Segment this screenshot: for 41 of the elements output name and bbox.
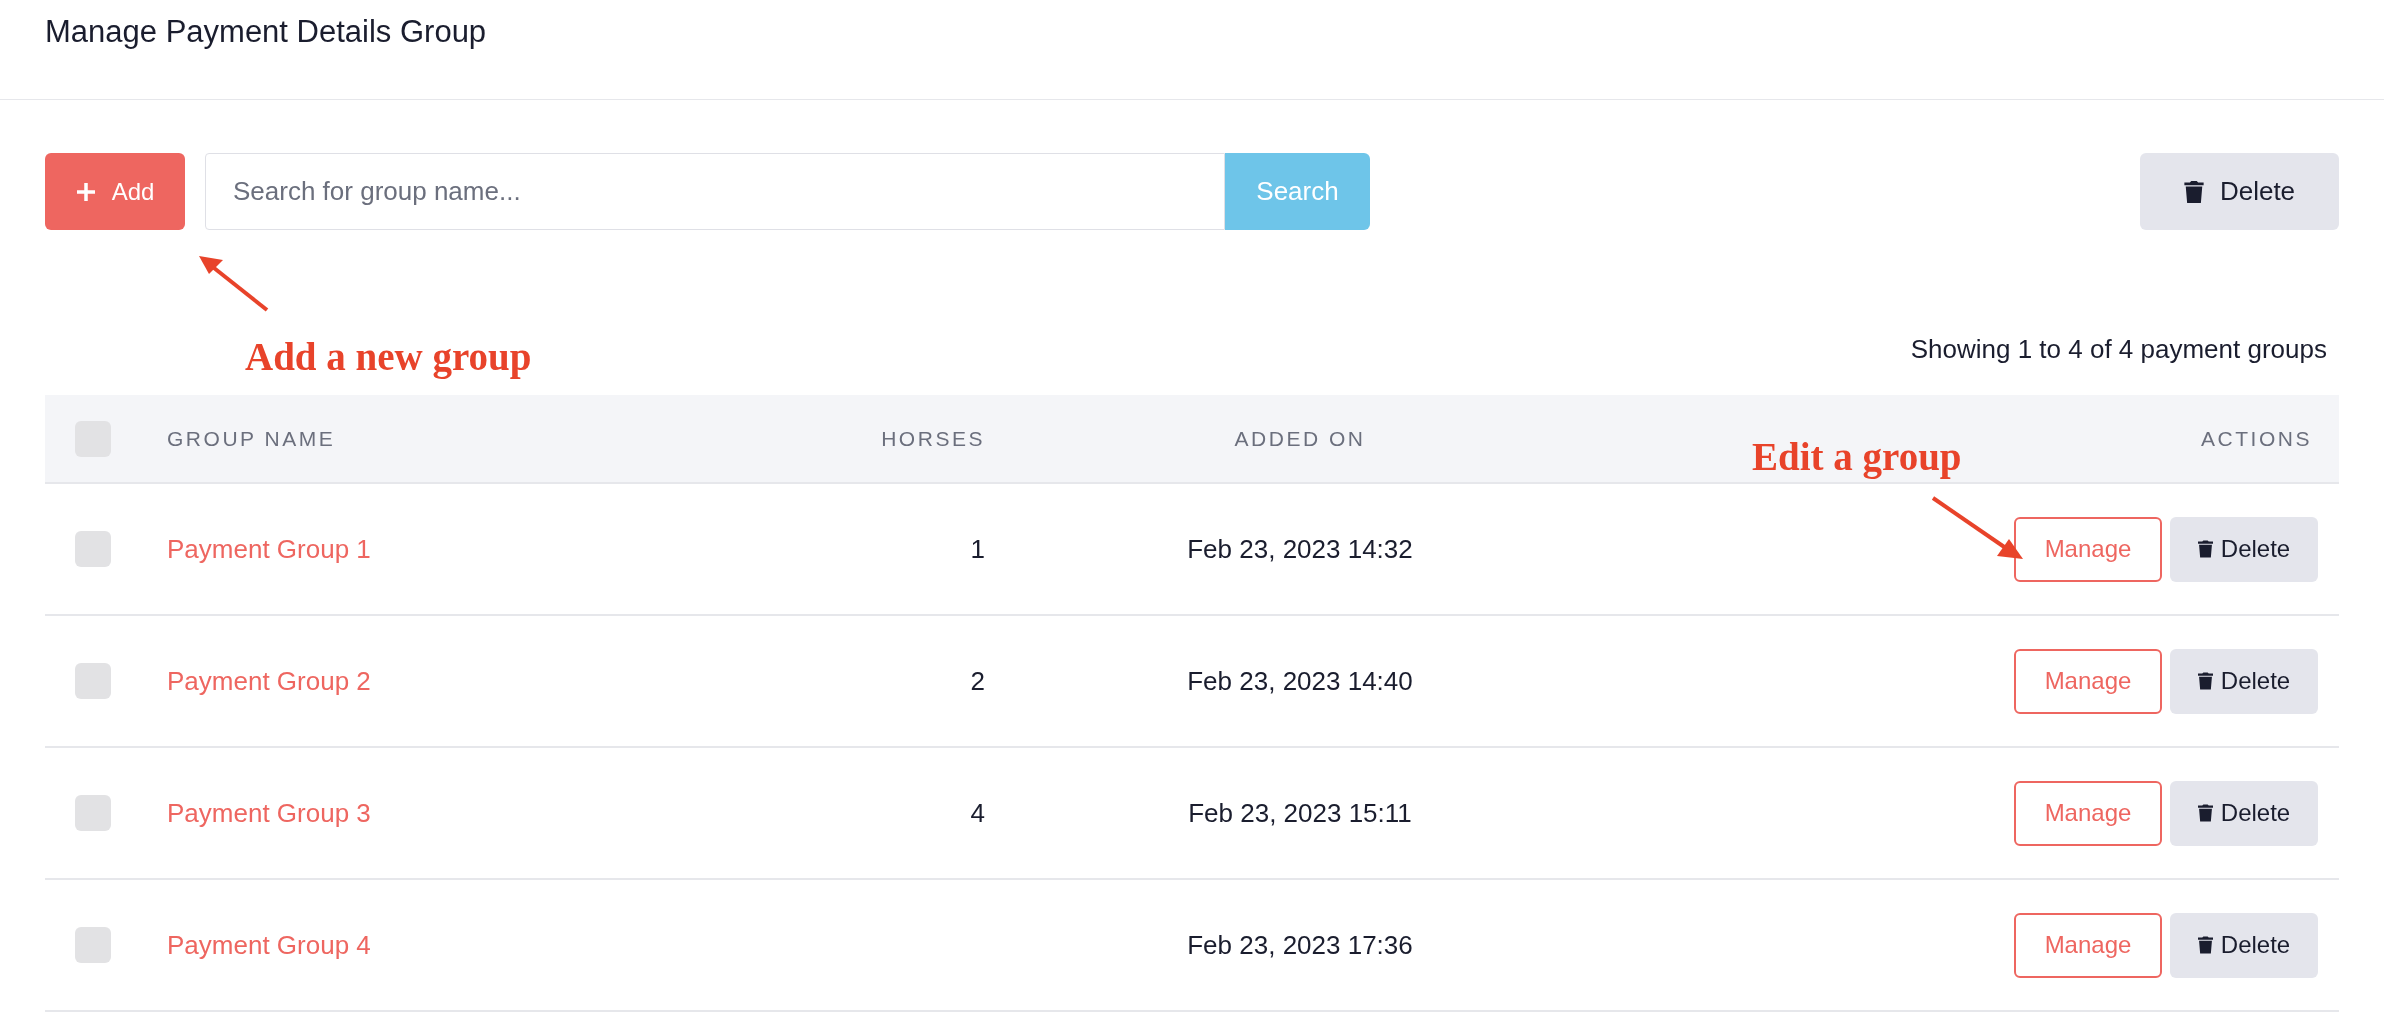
added-on-date: Feb 23, 2023 14:40: [1187, 665, 1413, 696]
horses-count: 2: [970, 665, 985, 696]
delete-button[interactable]: Delete: [2140, 153, 2339, 230]
checkbox[interactable]: [75, 531, 111, 567]
manage-button[interactable]: Manage: [2014, 780, 2162, 846]
column-header: HORSES: [880, 425, 985, 452]
delete-button[interactable]: Delete: [2170, 516, 2318, 582]
delete-button[interactable]: Delete: [2170, 648, 2318, 714]
trash-icon: [2183, 180, 2204, 203]
group-name-link[interactable]: Payment Group 1: [167, 533, 371, 564]
column-header: ADDED ON: [1233, 425, 1367, 452]
trash-icon: [2197, 804, 2213, 822]
horses-count: 4: [970, 797, 985, 828]
search-field[interactable]: Search for group name...: [205, 153, 1225, 230]
horses-count: 1: [970, 533, 985, 564]
column-header: ACTIONS: [2201, 425, 2313, 452]
checkbox[interactable]: [75, 795, 111, 831]
manage-button[interactable]: Manage: [2014, 516, 2162, 582]
page-title: Manage Payment Details Group: [45, 13, 488, 51]
trash-icon: [2197, 936, 2213, 954]
plus-icon: [75, 181, 96, 202]
group-name-link[interactable]: Payment Group 4: [167, 929, 371, 960]
manage-button[interactable]: Manage: [2014, 648, 2162, 714]
added-on-date: Feb 23, 2023 15:11: [1188, 797, 1412, 828]
manage-button[interactable]: Manage: [2014, 912, 2162, 978]
trash-icon: [2197, 540, 2213, 558]
results-summary: Showing 1 to 4 of 4 payment groups: [1910, 333, 2327, 366]
trash-icon: [2197, 672, 2213, 690]
checkbox[interactable]: [75, 663, 111, 699]
delete-button[interactable]: Delete: [2170, 912, 2318, 978]
group-name-link[interactable]: Payment Group 2: [167, 665, 371, 696]
annotation-text: Add a new group: [245, 334, 532, 381]
annotation-text: Edit a group: [1752, 434, 1962, 481]
delete-button[interactable]: Delete: [2170, 780, 2318, 846]
add-button[interactable]: Add: [45, 153, 185, 230]
added-on-date: Feb 23, 2023 17:36: [1187, 929, 1413, 960]
group-name-link[interactable]: Payment Group 3: [167, 797, 371, 828]
checkbox[interactable]: [75, 927, 111, 963]
search-button[interactable]: Search: [1225, 153, 1370, 230]
column-header: GROUP NAME: [167, 425, 337, 452]
added-on-date: Feb 23, 2023 14:32: [1187, 533, 1413, 564]
